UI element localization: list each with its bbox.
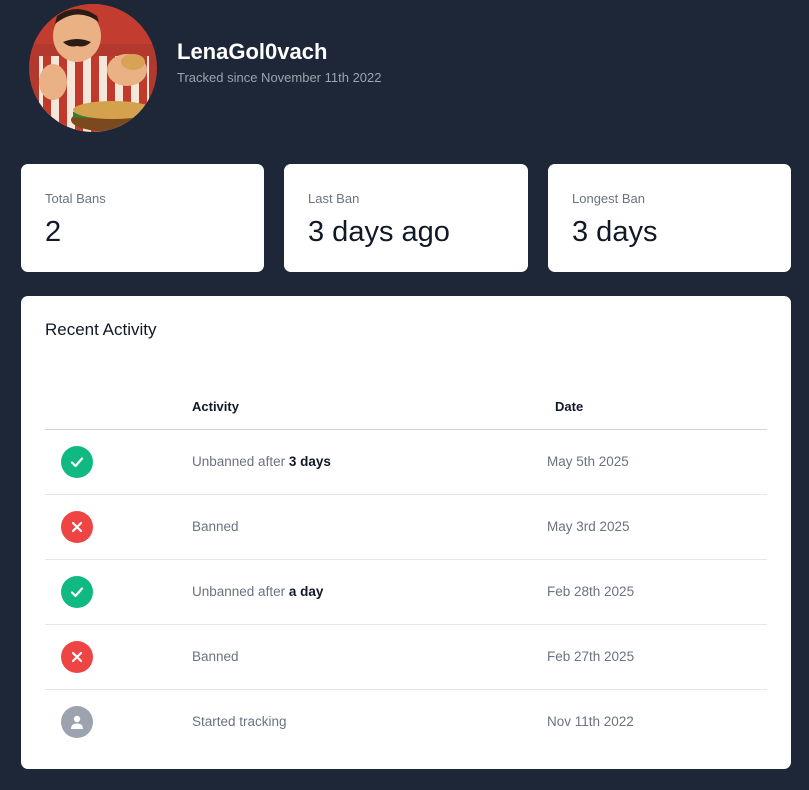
profile-info: LenaGol0vach Tracked since November 11th…: [177, 38, 382, 85]
activity-duration: a day: [288, 584, 324, 599]
stat-card-total-bans: Total Bans 2: [21, 164, 264, 272]
activity-label: Started tracking: [192, 714, 287, 729]
stat-value: 2: [45, 216, 62, 248]
stat-card-last-ban: Last Ban 3 days ago: [284, 164, 528, 272]
section-title: Recent Activity: [45, 320, 157, 339]
table-row: Banned May 3rd 2025: [45, 495, 767, 560]
activity-label: Unbanned after: [192, 584, 289, 599]
x-icon: [61, 511, 93, 543]
activity-text: Unbanned after 3 days: [192, 454, 331, 469]
activity-date: Feb 28th 2025: [547, 584, 635, 599]
stat-label: Last Ban: [308, 191, 360, 206]
stat-card-longest-ban: Longest Ban 3 days: [548, 164, 791, 272]
username: LenaGol0vach: [177, 39, 328, 64]
x-icon: [61, 641, 93, 673]
table-row: Unbanned after a day Feb 28th 2025: [45, 560, 767, 625]
activity-date: Nov 11th 2022: [547, 714, 634, 729]
activity-date: Feb 27th 2025: [547, 649, 635, 664]
activity-label: Banned: [192, 649, 239, 664]
activity-text: Unbanned after a day: [192, 584, 323, 599]
check-icon: [61, 446, 93, 478]
table-row: Started tracking Nov 11th 2022: [45, 690, 767, 755]
column-header-activity: Activity: [192, 399, 239, 414]
profile-header: LenaGol0vach Tracked since November 11th…: [29, 4, 382, 132]
activity-label: Banned: [192, 519, 239, 534]
activity-date: May 3rd 2025: [547, 519, 630, 534]
tracked-since: Tracked since November 11th 2022: [177, 70, 382, 85]
activity-text: Banned: [192, 649, 239, 664]
activity-text: Banned: [192, 519, 239, 534]
stat-label: Total Bans: [45, 191, 106, 206]
avatar: [29, 4, 157, 132]
column-header-date: Date: [555, 399, 584, 414]
stat-value: 3 days ago: [308, 216, 450, 248]
table-row: Banned Feb 27th 2025: [45, 625, 767, 690]
activity-label: Unbanned after: [192, 454, 289, 469]
activity-date: May 5th 2025: [547, 454, 629, 469]
check-icon: [61, 576, 93, 608]
recent-activity-card: Recent Activity Activity Date Unbanned a…: [21, 296, 791, 769]
activity-table: Activity Date Unbanned after 3 days May 5…: [45, 383, 767, 755]
activity-text: Started tracking: [192, 714, 287, 729]
activity-duration: 3 days: [288, 454, 331, 469]
stat-label: Longest Ban: [572, 191, 646, 206]
user-icon: [61, 706, 93, 738]
stat-value: 3 days: [572, 216, 658, 248]
table-header: Activity Date: [45, 383, 767, 430]
table-row: Unbanned after 3 days May 5th 2025: [45, 430, 767, 495]
